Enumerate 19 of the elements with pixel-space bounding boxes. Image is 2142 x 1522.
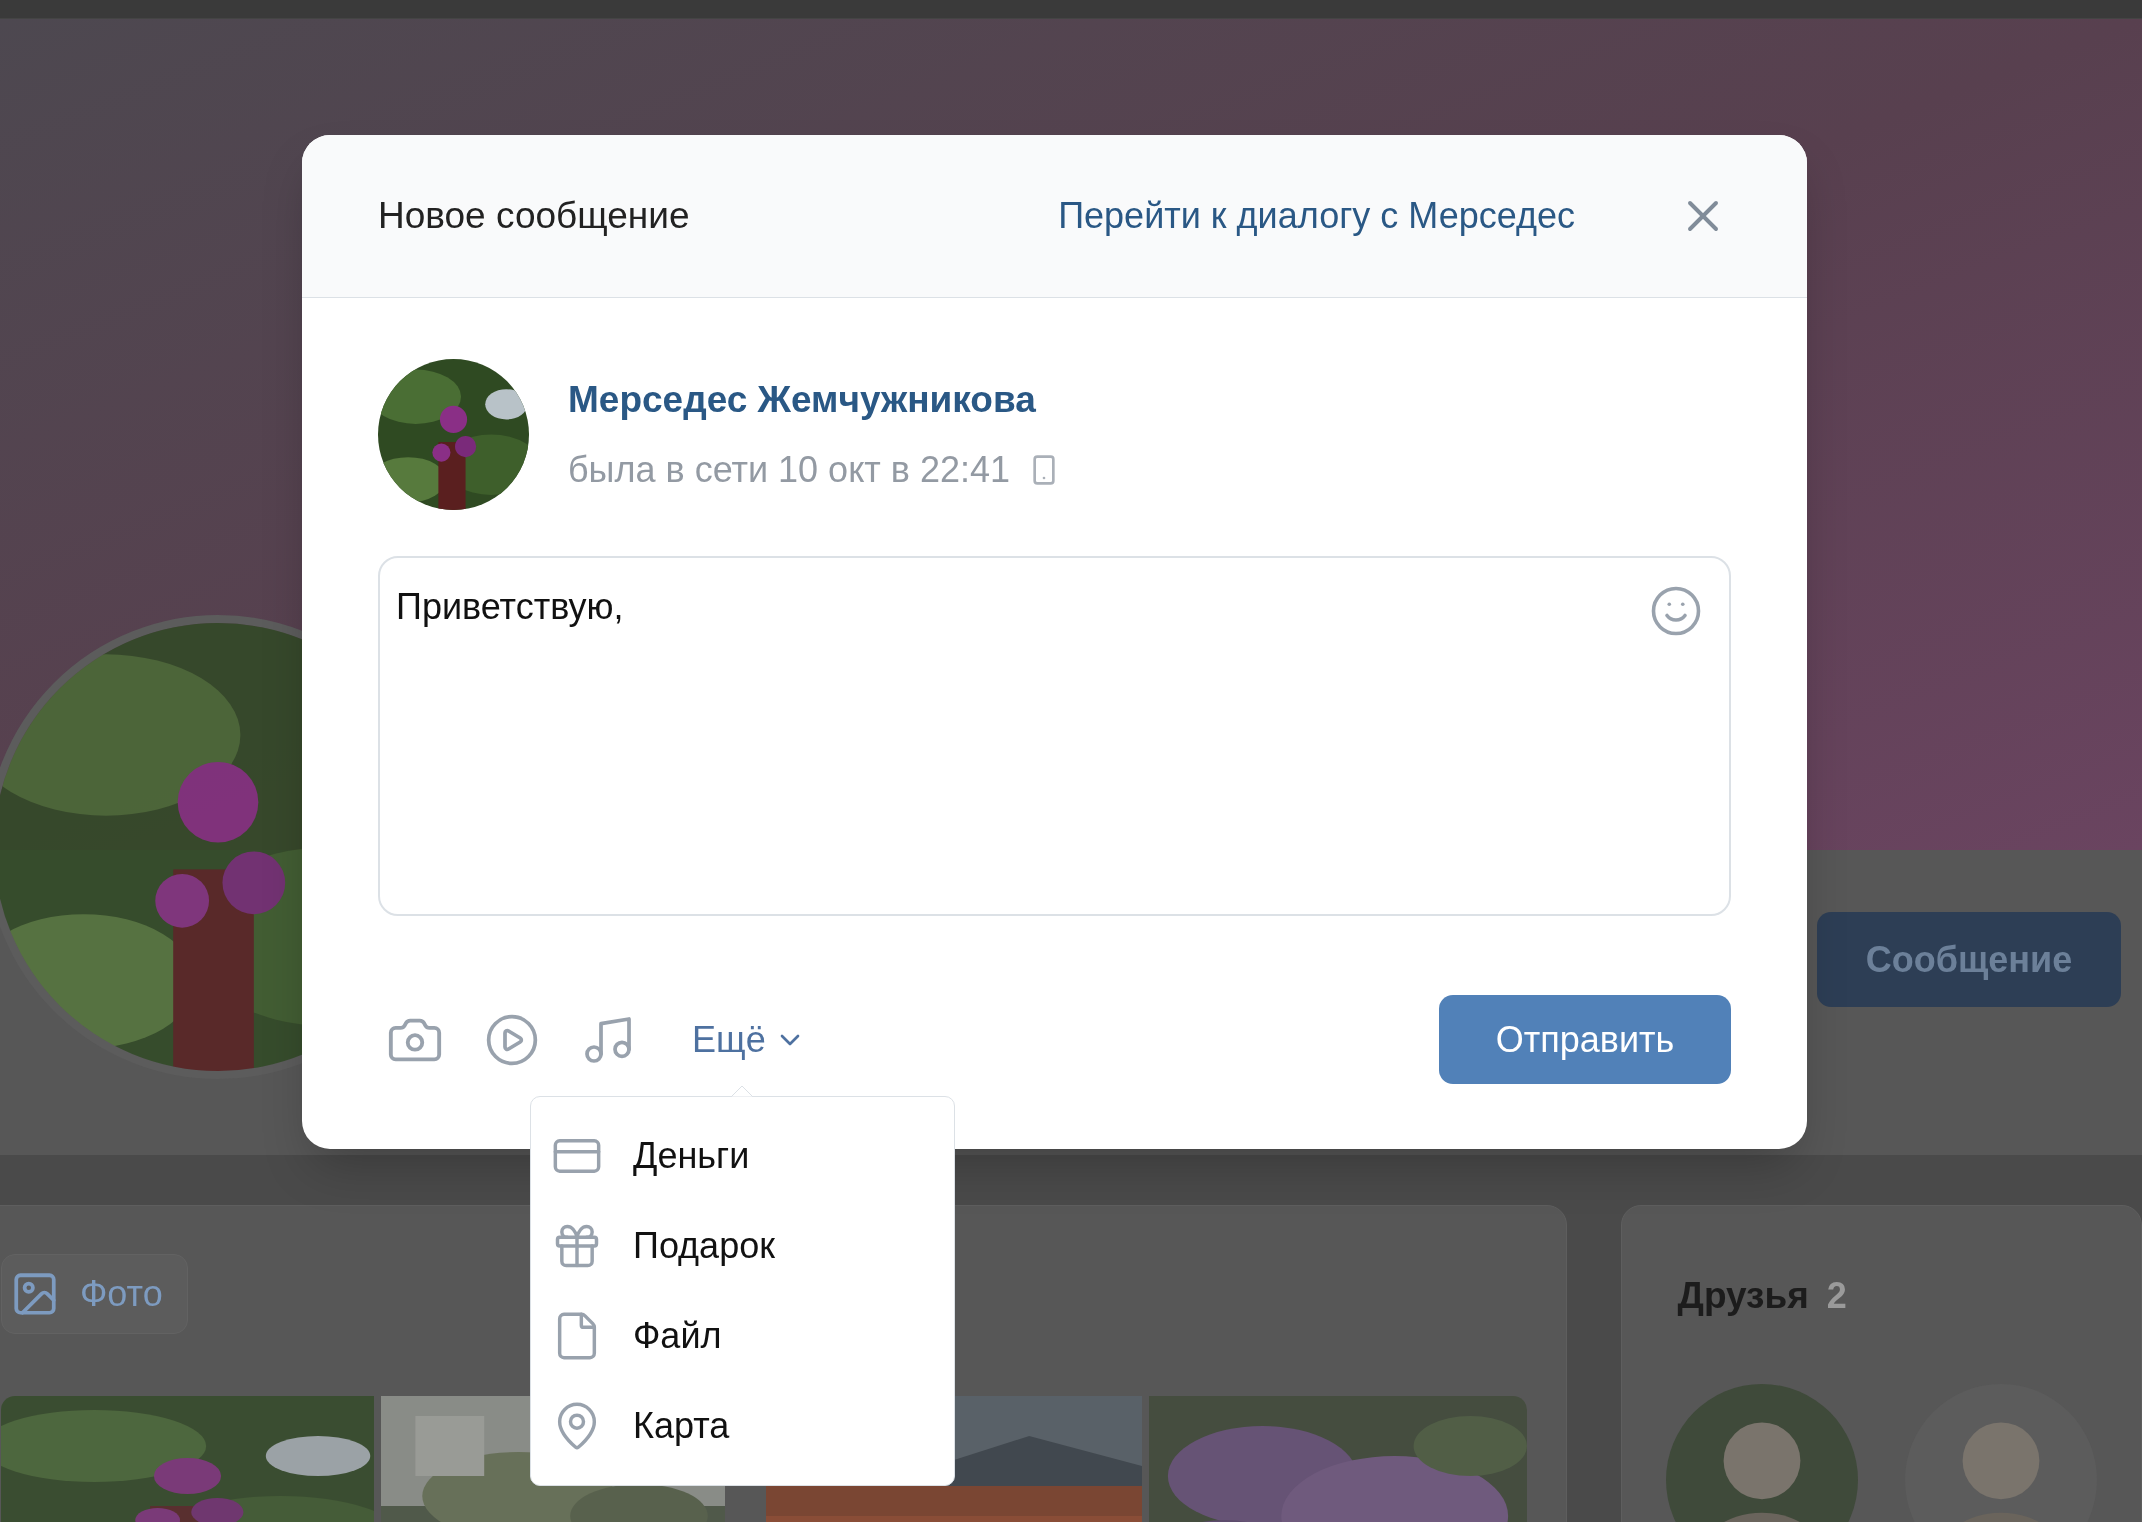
recipient-name[interactable]: Мерседес Жемчужникова: [568, 371, 1060, 428]
menu-item-label: Деньги: [633, 1134, 750, 1178]
friends-title: Друзья: [1677, 1274, 1809, 1318]
menu-item[interactable]: Карта: [531, 1381, 954, 1471]
menu-item[interactable]: Файл: [531, 1291, 954, 1381]
menu-item-label: Файл: [633, 1314, 722, 1358]
message-field[interactable]: Приветствую,: [378, 556, 1731, 916]
menu-item-label: Подарок: [633, 1224, 775, 1268]
online-status: была в сети 10 окт в 22:41: [568, 448, 1010, 493]
smile-icon[interactable]: [1649, 584, 1703, 638]
menu-item-label: Карта: [633, 1404, 730, 1448]
message-text: Приветствую,: [396, 586, 624, 627]
dialog-link[interactable]: Перейти к диалогу с Мерседес: [1058, 189, 1575, 243]
dialog-title: Новое сообщение: [378, 194, 690, 239]
friends-count: 2: [1826, 1274, 1847, 1318]
more-button[interactable]: Ещё: [692, 1012, 806, 1067]
send-button[interactable]: Отправить: [1439, 995, 1731, 1084]
menu-item[interactable]: Подарок: [531, 1201, 954, 1291]
menu-item[interactable]: Деньги: [531, 1111, 954, 1201]
